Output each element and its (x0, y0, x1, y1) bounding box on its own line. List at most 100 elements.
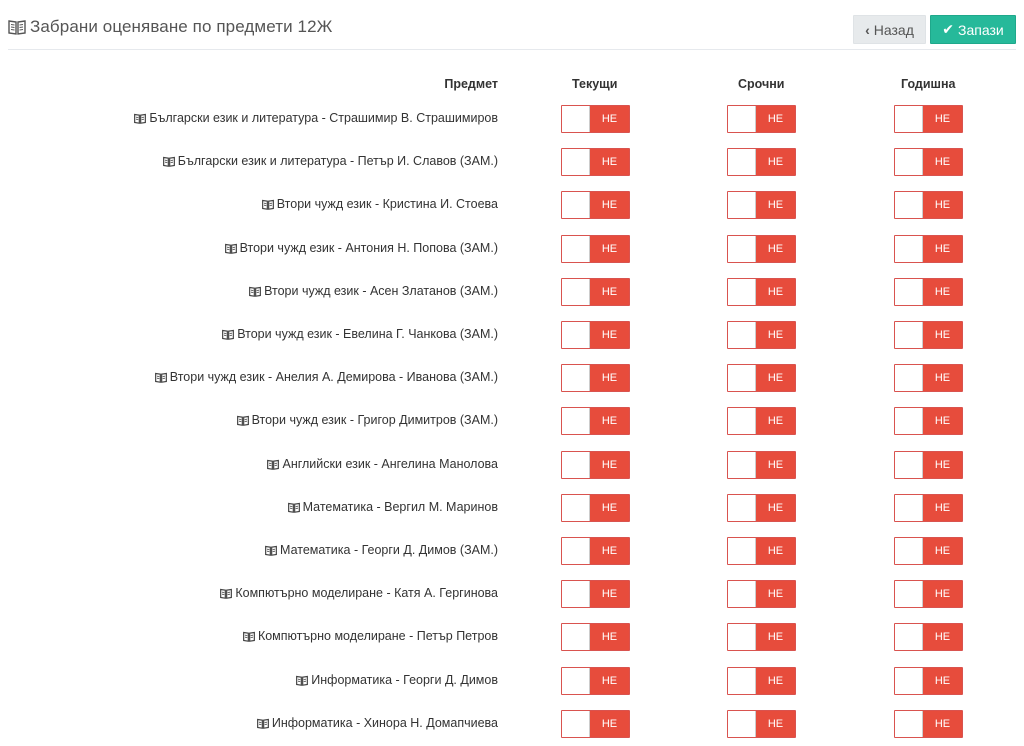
toggle-term[interactable]: НЕ (727, 537, 796, 565)
toggle-term[interactable]: НЕ (727, 451, 796, 479)
toggle-term[interactable]: НЕ (727, 667, 796, 695)
toggle-knob (895, 279, 923, 305)
toggle-annual[interactable]: НЕ (894, 148, 963, 176)
toggle-current[interactable]: НЕ (561, 105, 630, 133)
toggle-term[interactable]: НЕ (727, 494, 796, 522)
subject-label: Втори чужд език - Антония Н. Попова (ЗАМ… (224, 241, 498, 255)
toggle-state-label: НЕ (934, 329, 951, 341)
subject-text: Втори чужд език - Асен Златанов (ЗАМ.) (264, 284, 498, 298)
subject-label: Компютърно моделиране - Петър Петров (243, 629, 498, 643)
toggle-state-label: НЕ (767, 675, 784, 687)
toggle-term[interactable]: НЕ (727, 191, 796, 219)
toggle-current[interactable]: НЕ (561, 494, 630, 522)
table-row: Втори чужд език - Асен Златанов (ЗАМ.) НЕ… (0, 278, 1024, 306)
toggle-term[interactable]: НЕ (727, 364, 796, 392)
toggle-term[interactable]: НЕ (727, 407, 796, 435)
toggle-annual[interactable]: НЕ (894, 451, 963, 479)
toggle-state-label: НЕ (934, 199, 951, 211)
toggle-knob (895, 495, 923, 521)
toggle-state-label: НЕ (767, 631, 784, 643)
table-row: Английски език - Ангелина Манолова НЕ НЕ НЕ (0, 451, 1024, 479)
toggle-current[interactable]: НЕ (561, 191, 630, 219)
column-header-subject: Предмет (444, 77, 498, 91)
book-icon (267, 459, 280, 470)
subject-text: Компютърно моделиране - Петър Петров (257, 629, 498, 643)
toggle-current[interactable]: НЕ (561, 667, 630, 695)
subject-label: Български език и литература - Петър И. С… (162, 154, 498, 168)
toggle-annual[interactable]: НЕ (894, 537, 963, 565)
save-button[interactable]: ✔ Запази (930, 15, 1016, 44)
toggle-state-label: НЕ (934, 372, 951, 384)
toggle-current[interactable]: НЕ (561, 364, 630, 392)
table-row: Математика - Георги Д. Димов (ЗАМ.) НЕ НЕ Н… (0, 537, 1024, 565)
toggle-term[interactable]: НЕ (727, 105, 796, 133)
subject-label: Информатика - Георги Д. Димов (296, 673, 498, 687)
toggle-term[interactable]: НЕ (727, 321, 796, 349)
toggle-knob (895, 236, 923, 262)
toggle-term[interactable]: НЕ (727, 710, 796, 738)
toggle-annual[interactable]: НЕ (894, 105, 963, 133)
toggle-term[interactable]: НЕ (727, 278, 796, 306)
toggle-annual[interactable]: НЕ (894, 623, 963, 651)
toggle-current[interactable]: НЕ (561, 710, 630, 738)
toggle-state-label: НЕ (601, 199, 618, 211)
toggle-knob (895, 668, 923, 694)
toggle-annual[interactable]: НЕ (894, 710, 963, 738)
table-row: Втори чужд език - Кристина И. Стоева НЕ НЕ… (0, 191, 1024, 219)
back-button[interactable]: ‹ Назад (853, 15, 926, 44)
toggle-state-label: НЕ (767, 718, 784, 730)
back-button-label: Назад (873, 21, 914, 38)
toggle-state-label: НЕ (601, 156, 618, 168)
toggle-state-label: НЕ (601, 588, 618, 600)
toggle-current[interactable]: НЕ (561, 623, 630, 651)
toggle-term[interactable]: НЕ (727, 580, 796, 608)
subject-text: Български език и литература - Страшимир … (149, 111, 498, 125)
toggle-state-label: НЕ (934, 545, 951, 557)
toggle-knob (728, 408, 756, 434)
toggle-state-label: НЕ (934, 588, 951, 600)
toggle-knob (562, 452, 590, 478)
toggle-annual[interactable]: НЕ (894, 494, 963, 522)
toggle-annual[interactable]: НЕ (894, 321, 963, 349)
toggle-knob (895, 192, 923, 218)
toggle-state-label: НЕ (601, 113, 618, 125)
toggle-annual[interactable]: НЕ (894, 580, 963, 608)
toggle-knob (895, 581, 923, 607)
table-row: Компютърно моделиране - Петър Петров НЕ НЕ… (0, 623, 1024, 651)
subject-label: Английски език - Ангелина Манолова (267, 457, 498, 471)
toggle-current[interactable]: НЕ (561, 537, 630, 565)
toggle-state-label: НЕ (934, 113, 951, 125)
toggle-term[interactable]: НЕ (727, 623, 796, 651)
toggle-annual[interactable]: НЕ (894, 235, 963, 263)
toggle-annual[interactable]: НЕ (894, 191, 963, 219)
toggle-state-label: НЕ (601, 545, 618, 557)
toggle-term[interactable]: НЕ (727, 235, 796, 263)
toggle-current[interactable]: НЕ (561, 580, 630, 608)
subject-label: Втори чужд език - Григор Димитров (ЗАМ.) (236, 413, 498, 427)
toggle-annual[interactable]: НЕ (894, 364, 963, 392)
toggle-state-label: НЕ (601, 286, 618, 298)
toggle-current[interactable]: НЕ (561, 148, 630, 176)
toggle-current[interactable]: НЕ (561, 321, 630, 349)
toggle-annual[interactable]: НЕ (894, 667, 963, 695)
subject-label: Български език и литература - Страшимир … (134, 111, 498, 125)
subject-label: Втори чужд език - Евелина Г. Чанкова (ЗА… (222, 327, 498, 341)
toggle-current[interactable]: НЕ (561, 278, 630, 306)
subject-text: Компютърно моделиране - Катя А. Гергинов… (235, 586, 498, 600)
toggle-current[interactable]: НЕ (561, 235, 630, 263)
toggle-annual[interactable]: НЕ (894, 407, 963, 435)
toggle-knob (562, 668, 590, 694)
toggle-knob (895, 322, 923, 348)
toggle-knob (728, 279, 756, 305)
subject-label: Втори чужд език - Асен Златанов (ЗАМ.) (249, 284, 498, 298)
toggle-term[interactable]: НЕ (727, 148, 796, 176)
toggle-state-label: НЕ (934, 675, 951, 687)
toggle-current[interactable]: НЕ (561, 451, 630, 479)
subject-text: Втори чужд език - Григор Димитров (ЗАМ.) (251, 413, 498, 427)
book-icon (222, 329, 235, 340)
toggle-current[interactable]: НЕ (561, 407, 630, 435)
toggle-annual[interactable]: НЕ (894, 278, 963, 306)
toggle-knob (562, 106, 590, 132)
book-icon (287, 502, 300, 513)
subject-label: Математика - Вергил М. Маринов (287, 500, 498, 514)
